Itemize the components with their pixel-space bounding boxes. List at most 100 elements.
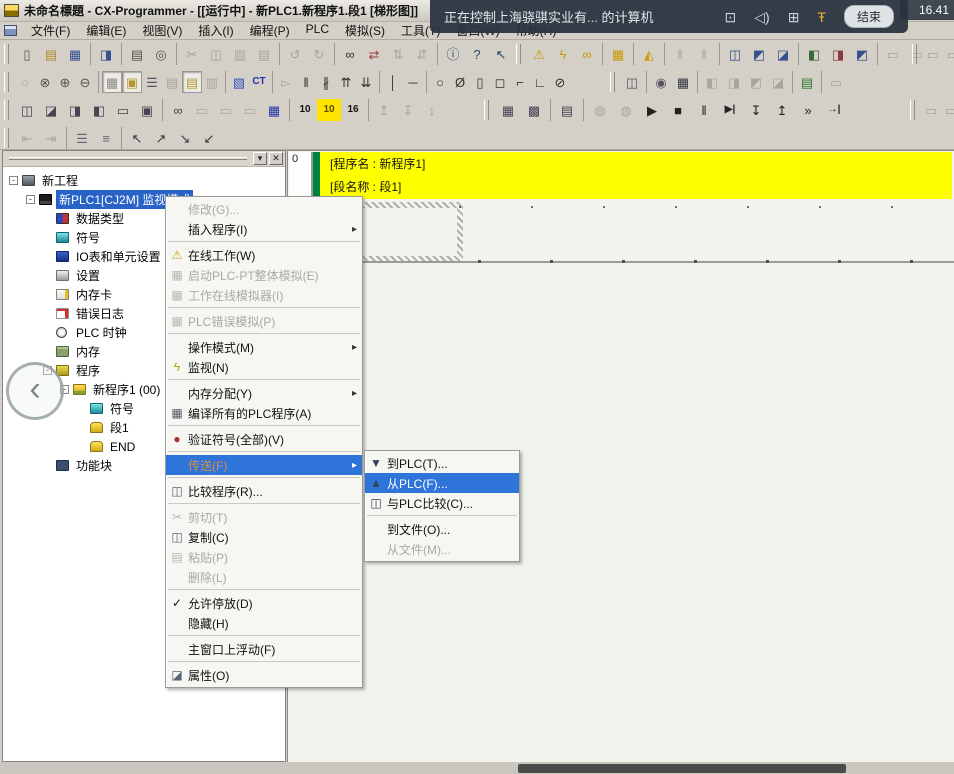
coil-closed-button[interactable]: Ø (450, 71, 470, 93)
sim-window-1-button[interactable]: ▦ (495, 99, 521, 121)
mon-top-1-button[interactable]: ▭ (923, 43, 943, 65)
nav-up-left-button[interactable]: ↖ (125, 127, 149, 149)
ctx-menu-item-start-plc-pt-simulation[interactable]: ▦启动PLC-PT整体模拟(E) (166, 265, 362, 285)
win-props-button[interactable]: ▣ (135, 99, 159, 121)
zoom-in-button[interactable]: ⊕ (55, 71, 75, 93)
force-on-button[interactable]: ◧ (802, 43, 826, 65)
io-monitor-1-button[interactable]: ▭ (881, 43, 905, 65)
contact-or-no-button[interactable]: ⇈ (336, 71, 356, 93)
ctx-menu-item-compare-program[interactable]: ◫比较程序(R)... (166, 481, 362, 501)
nav-up-right-button[interactable]: ↗ (149, 127, 173, 149)
delete-line-button[interactable]: ⊘ (550, 71, 570, 93)
submenu-item-compare-with-plc[interactable]: ◫与PLC比较(C)... (365, 493, 519, 513)
zoom-out-button[interactable]: ⊖ (75, 71, 95, 93)
ctx-menu-item-work-online-simulator[interactable]: ▦工作在线模拟器(I) (166, 285, 362, 305)
menu-view[interactable]: 视图(V) (134, 20, 190, 41)
radix-hex-button[interactable]: 16 (341, 99, 365, 121)
print-button[interactable]: ▤ (125, 43, 149, 65)
indent-button[interactable]: ⇤ (15, 127, 39, 149)
ctx-menu-item-insert-program[interactable]: 插入程序(I)▸ (166, 219, 362, 239)
contact-nc-button[interactable]: ∦ (316, 71, 336, 93)
ctx-menu-item-hide[interactable]: 隐藏(H) (166, 613, 362, 633)
zoom-fit-button[interactable]: ⊗ (35, 71, 55, 93)
win-float-button[interactable]: ▭ (111, 99, 135, 121)
panel-grip[interactable] (9, 157, 247, 160)
panel-close-button[interactable]: ✕ (269, 152, 283, 165)
ct-view-button[interactable]: CT (249, 71, 269, 93)
corner-button[interactable]: ∟ (530, 71, 550, 93)
cut-button[interactable]: ✂ (180, 43, 204, 65)
window-refresh-button[interactable]: ◫ (621, 71, 643, 93)
blue-grid-button[interactable]: ▦ (262, 99, 286, 121)
find-up-button[interactable]: ⇅ (386, 43, 410, 65)
watch-1-button[interactable]: ▭ (190, 99, 214, 121)
compare-files-button[interactable]: ◨ (94, 43, 118, 65)
check-2-button[interactable]: ◨ (723, 71, 745, 93)
go-next-button[interactable]: ↧ (396, 99, 420, 121)
win-project-button[interactable]: ◫ (15, 99, 39, 121)
sim-step-run-button[interactable]: ◍ (613, 99, 639, 121)
find-window-button[interactable]: ∞ (166, 99, 190, 121)
redo-button[interactable]: ↻ (307, 43, 331, 65)
submenu-item-from-plc[interactable]: ▲从PLC(F)... (365, 473, 519, 493)
coil-button[interactable]: ○ (430, 71, 450, 93)
submenu-item-to-file[interactable]: 到文件(O)... (365, 519, 519, 539)
find-down-button[interactable]: ⇵ (410, 43, 434, 65)
horizontal-line-button[interactable]: ─ (403, 71, 423, 93)
upload-from-plc-button[interactable]: ◩ (747, 43, 771, 65)
ctx-menu-item-monitor[interactable]: ϟ监视(N) (166, 357, 362, 377)
ctx-menu-item-compile-all-plc-programs[interactable]: ▦编译所有的PLC程序(A) (166, 403, 362, 423)
ctx-menu-item-memory-allocation[interactable]: 内存分配(Y)▸ (166, 383, 362, 403)
radix-signed-decimal-button[interactable]: 10 (317, 99, 341, 121)
new-file-button[interactable]: ▯ (15, 43, 39, 65)
instruction-button[interactable]: ▯ (470, 71, 490, 93)
show-list-button[interactable]: ☰ (142, 71, 162, 93)
fullscreen-icon[interactable]: ⊡ (725, 10, 737, 24)
ctx-menu-item-copy[interactable]: ◫复制(C) (166, 527, 362, 547)
radix-decimal-button[interactable]: 10 (293, 99, 317, 121)
gray-monitor-button[interactable]: ▭ (825, 71, 847, 93)
watch-2-button[interactable]: ▭ (214, 99, 238, 121)
nav-down-left-button[interactable]: ↙ (197, 127, 221, 149)
monitor-mode-button[interactable]: ϟ (551, 43, 575, 65)
copy-button[interactable]: ◫ (204, 43, 228, 65)
ctx-menu-item-float-in-main-window[interactable]: 主窗口上浮动(F) (166, 639, 362, 659)
instruction-nc-button[interactable]: ◻ (490, 71, 510, 93)
sim-to-end-button[interactable]: →| (821, 99, 847, 121)
ctx-menu-item-allow-docking[interactable]: ✓允许停放(D) (166, 593, 362, 613)
rung-comment-button[interactable]: ▤ (162, 71, 182, 93)
replace-button[interactable]: ⇄ (362, 43, 386, 65)
ctx-menu-item-plc-error-simulation[interactable]: ▦PLC错误模拟(P) (166, 311, 362, 331)
ctx-menu-item-operating-mode[interactable]: 操作模式(M)▸ (166, 337, 362, 357)
watch-3-button[interactable]: ▭ (238, 99, 262, 121)
ctx-menu-item-delete[interactable]: 删除(L) (166, 567, 362, 587)
sim-window-2-button[interactable]: ▩ (521, 99, 547, 121)
force-off-button[interactable]: ◨ (826, 43, 850, 65)
menu-edit[interactable]: 编辑(E) (78, 20, 134, 41)
vertical-line-button[interactable]: │ (383, 71, 403, 93)
win-symbols-button[interactable]: ◧ (87, 99, 111, 121)
show-3d-button[interactable]: ▣ (122, 71, 142, 93)
mon-top-2-button[interactable]: ▭ (943, 43, 954, 65)
menu-plc[interactable]: PLC (298, 20, 337, 41)
ctx-menu-item-modify[interactable]: 修改(G)... (166, 199, 362, 219)
sim-db-button[interactable]: ▤ (554, 99, 580, 121)
sim-continuous-button[interactable]: » (795, 99, 821, 121)
submenu-item-from-file[interactable]: 从文件(M)... (365, 539, 519, 559)
online-edit-button[interactable]: ◭ (637, 43, 661, 65)
context-help-button[interactable]: ↖ (489, 43, 513, 65)
pause-monitor-button[interactable]: ‖ (668, 43, 692, 65)
paste-special-button[interactable]: ▤ (252, 43, 276, 65)
nav-down-right-button[interactable]: ↘ (173, 127, 197, 149)
ctx-menu-item-verify-symbols-all[interactable]: ●验证符号(全部)(V) (166, 429, 362, 449)
submenu-item-to-plc[interactable]: ▼到PLC(T)... (365, 453, 519, 473)
connection-icon[interactable]: Ŧ (817, 10, 826, 24)
compare-with-plc-toolbar-button[interactable]: ◪ (771, 43, 795, 65)
ctx-menu-item-work-online[interactable]: ⚠在线工作(W) (166, 245, 362, 265)
child-window-icon[interactable] (4, 25, 17, 36)
show-rung-button[interactable]: ▤ (182, 71, 202, 93)
check-3-button[interactable]: ◩ (745, 71, 767, 93)
about-button[interactable]: ⓘ (441, 43, 465, 65)
menu-file[interactable]: 文件(F) (23, 20, 78, 41)
check-4-button[interactable]: ◪ (767, 71, 789, 93)
